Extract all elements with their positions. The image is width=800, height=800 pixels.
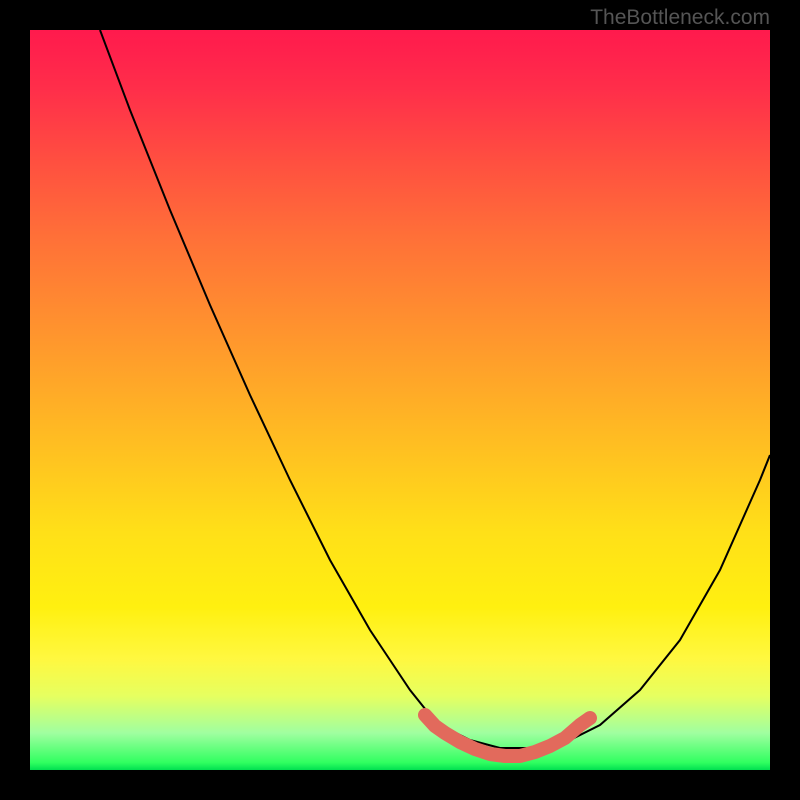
- watermark-text: TheBottleneck.com: [590, 6, 770, 30]
- chart-plot-area: [30, 30, 770, 770]
- black-curve-path: [100, 30, 770, 748]
- chart-svg: [30, 30, 770, 770]
- red-curve-path: [425, 715, 590, 756]
